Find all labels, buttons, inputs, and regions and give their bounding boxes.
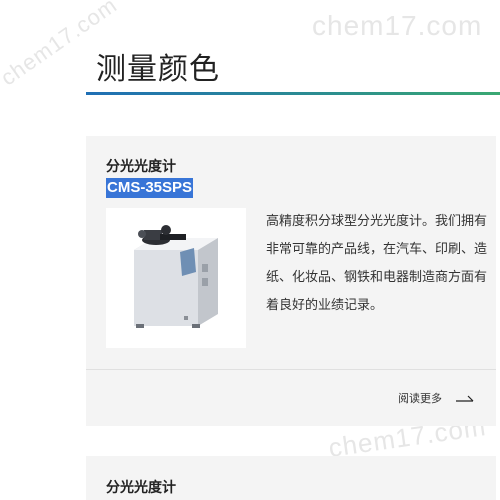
card-divider — [86, 369, 496, 370]
product-image[interactable] — [106, 208, 246, 348]
read-more-link[interactable]: 阅读更多 — [398, 388, 474, 408]
product-card: 分光光度计 CMS-35SPS 高精度积分球型分光光度计。我们拥有非常可靠的产品… — [86, 136, 496, 426]
product-model-link[interactable]: CMS-35SPS — [106, 178, 194, 198]
arrow-right-icon — [456, 393, 474, 403]
page-title: 测量颜色 — [96, 52, 220, 87]
product-description: 高精度积分球型分光光度计。我们拥有非常可靠的产品线，在汽车、印刷、造纸、化妆品、… — [266, 214, 488, 313]
page: chem17.com chem17.com chem17.com 测量颜色 分光… — [0, 0, 500, 500]
product-card: 分光光度计 — [86, 456, 496, 500]
product-category: 分光光度计 — [106, 159, 176, 175]
title-underline — [86, 92, 500, 95]
page-header: 测量颜色 — [86, 0, 500, 95]
spectrophotometer-icon — [106, 208, 246, 348]
product-category: 分光光度计 — [106, 480, 176, 496]
read-more-label: 阅读更多 — [398, 392, 442, 405]
